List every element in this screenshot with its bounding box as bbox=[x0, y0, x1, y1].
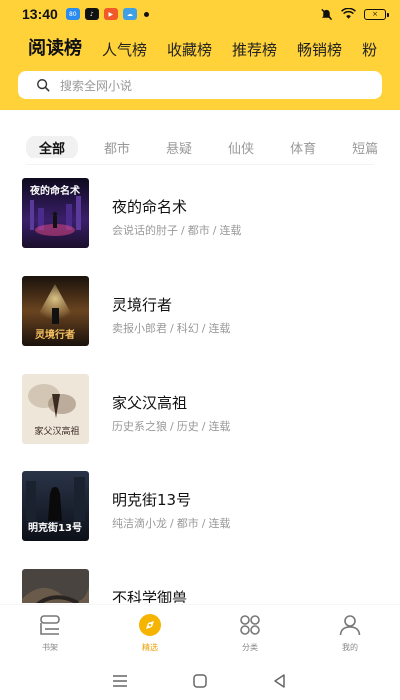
category-short[interactable]: 短篇 bbox=[352, 138, 378, 157]
home-icon[interactable] bbox=[191, 672, 209, 690]
book-title[interactable]: 不科学御兽 bbox=[112, 587, 187, 603]
search-input[interactable]: 搜索全网小说 bbox=[60, 77, 132, 94]
book-cover[interactable]: 夜的命名术 bbox=[22, 178, 89, 248]
status-time: 13:40 bbox=[22, 6, 58, 22]
category-grid-icon bbox=[240, 615, 260, 635]
video-app-icon: ▶ bbox=[103, 8, 118, 20]
nav-category[interactable]: 分类 bbox=[215, 612, 285, 653]
book-genre: 科幻 bbox=[176, 322, 199, 335]
book-item[interactable]: 明克街13号 明克街13号 纯洁滴小龙 / 都市 / 连载 bbox=[22, 471, 378, 541]
search-bar[interactable]: 搜索全网小说 bbox=[18, 71, 382, 99]
book-meta: 卖报小郎君 / 科幻 / 连载 bbox=[112, 322, 231, 335]
book-status: 连载 bbox=[208, 517, 231, 530]
tab-popularity-rank[interactable]: 人气榜 bbox=[102, 39, 147, 62]
book-cover[interactable] bbox=[22, 569, 89, 603]
book-genre: 历史 bbox=[176, 420, 199, 433]
tab-reading-rank[interactable]: 阅读榜 bbox=[28, 34, 82, 62]
cover-title-text: 夜的命名术 bbox=[29, 184, 80, 197]
book-cover[interactable]: 家父汉高祖 bbox=[22, 374, 89, 444]
tab-fans-rank[interactable]: 粉 bbox=[362, 39, 377, 62]
divider bbox=[26, 164, 374, 165]
tiktok-icon: ♪ bbox=[84, 8, 99, 20]
profile-icon bbox=[339, 615, 361, 636]
book-item[interactable]: 夜的命名术 夜的命名术 会说话的肘子 / 都市 / 连载 bbox=[22, 178, 378, 248]
book-title[interactable]: 家父汉高祖 bbox=[112, 392, 187, 413]
category-mystery[interactable]: 悬疑 bbox=[166, 138, 192, 157]
bookshelf-icon bbox=[40, 615, 60, 635]
mute-icon bbox=[321, 8, 333, 20]
category-sports[interactable]: 体育 bbox=[290, 138, 316, 157]
nav-profile[interactable]: 我的 bbox=[315, 612, 385, 653]
category-chips: 全部 都市 悬疑 仙侠 体育 短篇 bbox=[26, 136, 400, 158]
book-status: 连载 bbox=[219, 224, 242, 237]
book-title[interactable]: 明克街13号 bbox=[112, 489, 191, 510]
nav-featured[interactable]: 精选 bbox=[115, 612, 185, 653]
status-bar: 13:40 80 ♪ ▶ ☁ × bbox=[0, 0, 400, 28]
book-status: 连载 bbox=[208, 420, 231, 433]
search-icon bbox=[37, 79, 50, 92]
nav-label: 书架 bbox=[42, 643, 58, 652]
cover-title-text: 明克街13号 bbox=[28, 521, 82, 534]
book-title[interactable]: 灵境行者 bbox=[112, 294, 172, 315]
nav-bookshelf[interactable]: 书架 bbox=[15, 612, 85, 653]
cover-title-text: 灵境行者 bbox=[35, 328, 75, 341]
book-title[interactable]: 夜的命名术 bbox=[112, 196, 187, 217]
book-author: 纯洁滴小龙 bbox=[112, 517, 167, 530]
book-item[interactable]: 家父汉高祖 家父汉高祖 历史系之狼 / 历史 / 连载 bbox=[22, 374, 378, 444]
battery-icon: × bbox=[364, 8, 389, 20]
book-meta: 历史系之狼 / 历史 / 连载 bbox=[112, 420, 231, 433]
book-cover[interactable]: 明克街13号 bbox=[22, 471, 89, 541]
book-item[interactable]: 灵境行者 灵境行者 卖报小郎君 / 科幻 / 连载 bbox=[22, 276, 378, 346]
back-icon[interactable] bbox=[271, 672, 289, 690]
tab-recommend-rank[interactable]: 推荐榜 bbox=[232, 39, 277, 62]
notification-dot bbox=[143, 11, 149, 17]
system-nav-bar bbox=[0, 662, 400, 700]
book-genre: 都市 bbox=[187, 224, 210, 237]
category-all[interactable]: 全部 bbox=[26, 136, 79, 158]
app-icon-blue: 80 bbox=[65, 8, 80, 20]
book-cover[interactable]: 灵境行者 bbox=[22, 276, 89, 346]
category-urban[interactable]: 都市 bbox=[104, 138, 130, 157]
category-xianxia[interactable]: 仙侠 bbox=[228, 138, 254, 157]
book-author: 会说话的肘子 bbox=[112, 224, 178, 237]
book-author: 历史系之狼 bbox=[112, 420, 167, 433]
menu-icon[interactable] bbox=[111, 672, 129, 690]
cover-title-text: 家父汉高祖 bbox=[34, 425, 79, 437]
wifi-icon bbox=[341, 8, 356, 19]
book-genre: 都市 bbox=[176, 517, 199, 530]
tab-bestseller-rank[interactable]: 畅销榜 bbox=[297, 39, 342, 62]
cloud-app-icon: ☁ bbox=[122, 8, 137, 20]
book-author: 卖报小郎君 bbox=[112, 322, 167, 335]
bottom-nav: 书架 精选 分类 我的 bbox=[0, 604, 400, 660]
book-meta: 会说话的肘子 / 都市 / 连载 bbox=[112, 224, 242, 237]
compass-icon bbox=[139, 614, 161, 636]
rank-tabs: 阅读榜 人气榜 收藏榜 推荐榜 畅销榜 粉 bbox=[28, 34, 400, 62]
book-status: 连载 bbox=[208, 322, 231, 335]
book-meta: 纯洁滴小龙 / 都市 / 连载 bbox=[112, 517, 231, 530]
book-item[interactable]: 不科学御兽 bbox=[22, 569, 378, 603]
nav-label: 分类 bbox=[242, 643, 258, 652]
nav-label: 精选 bbox=[142, 643, 158, 652]
nav-label: 我的 bbox=[342, 643, 358, 652]
tab-favorites-rank[interactable]: 收藏榜 bbox=[167, 39, 212, 62]
